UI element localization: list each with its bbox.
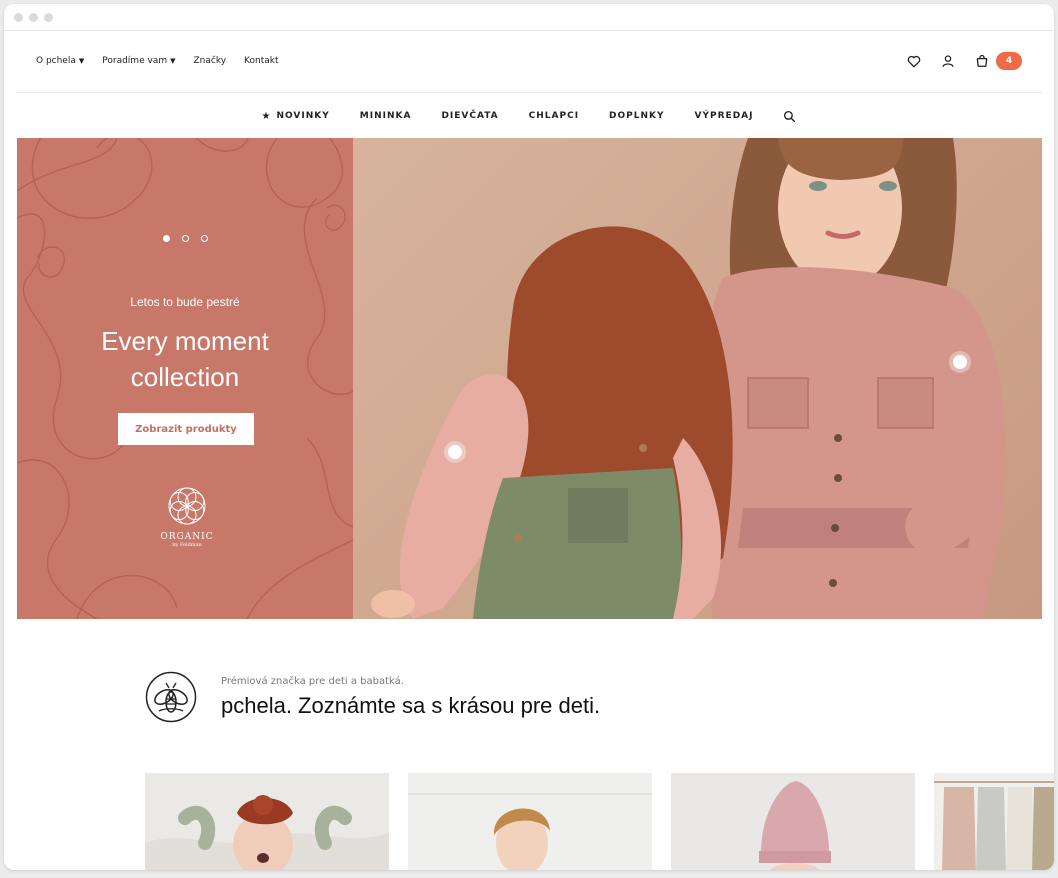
hat-photo (671, 773, 915, 870)
nav-link-label: O pchela (36, 56, 76, 66)
organic-brand-logo: ORGANIC by Feldman (157, 486, 217, 548)
hero-text-panel: Letos to bude pestré Every moment collec… (17, 138, 353, 619)
flower-logo-icon (168, 487, 206, 525)
nav-item-label: DOPLNKY (609, 111, 665, 121)
category-tile-1[interactable] (145, 773, 389, 870)
main-navigation: ★ NOVINKY MININKA DIEVČATA CHLAPCI DOPLN… (4, 94, 1054, 138)
nav-link-znacky[interactable]: Značky (193, 56, 226, 66)
hero-banner: Letos to bude pestré Every moment collec… (17, 138, 1042, 619)
heart-icon[interactable] (906, 53, 922, 69)
nav-item-label: MININKA (359, 111, 412, 121)
caret-down-icon: ▼ (170, 57, 176, 65)
nav-item-chlapci[interactable]: CHLAPCI (529, 111, 579, 121)
product-hotspot-2[interactable] (953, 355, 967, 369)
caret-down-icon: ▼ (78, 57, 85, 65)
window-titlebar (4, 4, 1054, 31)
top-nav-links: O pchela ▼ Poradíme vam ▼ Značky Kontakt (36, 56, 279, 66)
top-nav-actions: 4 (906, 52, 1022, 70)
hero-subtitle: Letos to bude pestré (130, 295, 240, 309)
star-icon: ★ (261, 110, 272, 122)
nav-item-mininka[interactable]: MININKA (360, 111, 412, 121)
window-maximize-dot[interactable] (44, 13, 53, 22)
window-minimize-dot[interactable] (29, 13, 38, 22)
bag-icon (974, 53, 990, 69)
brand-headline: pchela. Zoznámte sa s krásou pre deti. (221, 692, 601, 718)
category-tile-4[interactable] (934, 773, 1054, 870)
nav-item-dievcata[interactable]: DIEVČATA (441, 111, 498, 121)
nav-link-label: Kontakt (244, 56, 279, 66)
nav-item-vypredaj[interactable]: VÝPREDAJ (695, 111, 754, 121)
product-hotspot-1[interactable] (448, 445, 462, 459)
baby-photo (145, 773, 389, 870)
brand-intro-text: Prémiová značka pre deti a babatká. pche… (221, 676, 600, 719)
user-icon[interactable] (940, 53, 956, 69)
nav-link-kontakt[interactable]: Kontakt (244, 56, 278, 66)
browser-window: O pchela ▼ Poradíme vam ▼ Značky Kontakt (4, 4, 1054, 870)
cart-count-badge: 4 (996, 52, 1022, 70)
nav-link-poradime-vam[interactable]: Poradíme vam ▼ (102, 56, 175, 66)
search-icon[interactable] (783, 110, 796, 123)
nav-link-o-pchela[interactable]: O pchela ▼ (36, 56, 84, 66)
brand-intro: Prémiová značka pre deti a babatká. pche… (145, 671, 600, 723)
show-products-button[interactable]: Zobrazit produkty (118, 413, 254, 445)
nav-link-label: Značky (193, 56, 227, 66)
nav-item-label: VÝPREDAJ (694, 111, 754, 121)
slider-dot-1[interactable] (162, 235, 170, 242)
hero-title-line-2: collection (130, 362, 240, 392)
bee-logo-icon (145, 671, 197, 723)
window-close-dot[interactable] (14, 13, 23, 22)
category-tiles (145, 773, 1054, 870)
category-tile-3[interactable] (671, 773, 915, 870)
boy-photo (408, 773, 652, 870)
hero-photo-illustration (371, 138, 1006, 619)
hero-title-line-1: Every moment (101, 326, 269, 356)
organic-logo-text: ORGANIC (160, 532, 214, 542)
hero-photo (353, 138, 1042, 619)
nav-item-label: NOVINKY (276, 111, 330, 121)
cart-button[interactable]: 4 (974, 52, 1022, 70)
top-navigation: O pchela ▼ Poradíme vam ▼ Značky Kontakt (16, 32, 1042, 93)
brand-tagline: Prémiová značka pre deti a babatká. (221, 675, 404, 687)
nav-item-doplnky[interactable]: DOPLNKY (609, 111, 664, 121)
category-tile-2[interactable] (408, 773, 652, 870)
nav-item-novinky[interactable]: ★ NOVINKY (262, 111, 330, 122)
slider-dot-3[interactable] (200, 235, 208, 242)
nav-item-label: CHLAPCI (528, 111, 580, 121)
nav-item-label: DIEVČATA (441, 111, 499, 121)
clothes-rack-photo (934, 773, 1054, 870)
slider-dot-2[interactable] (181, 235, 189, 242)
slider-dots (17, 235, 353, 242)
nav-link-label: Poradíme vam (102, 56, 168, 66)
hero-title: Every moment collection (17, 323, 353, 395)
organic-logo-subtext: by Feldman (172, 542, 202, 548)
